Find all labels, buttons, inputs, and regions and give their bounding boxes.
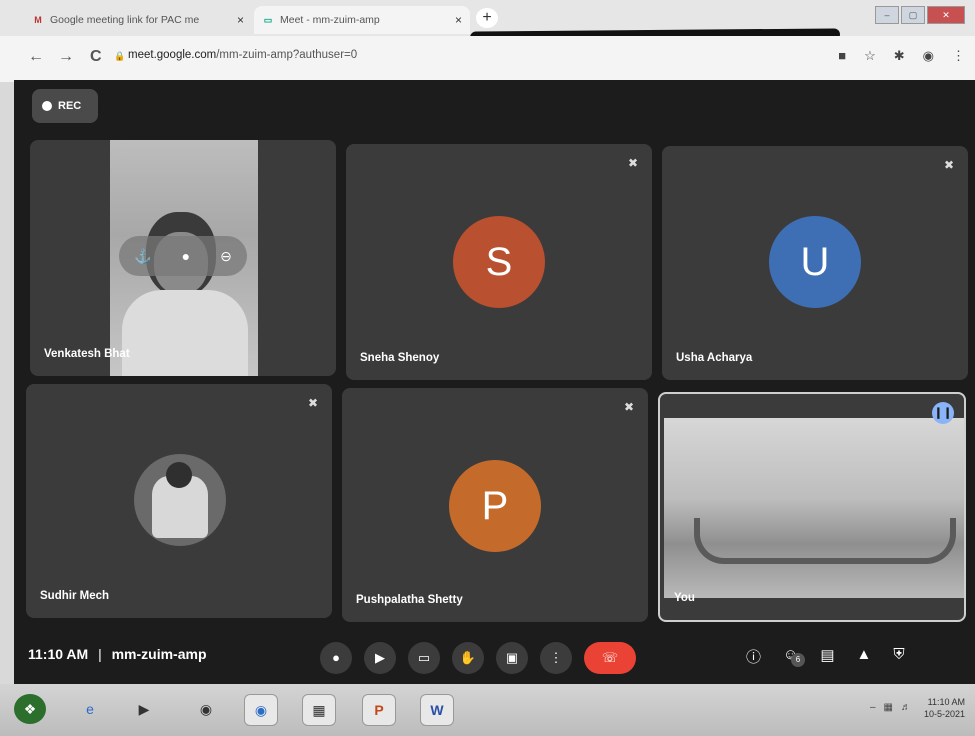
url-field[interactable]: meet.google.com/mm-zuim-amp?authuser=0: [128, 49, 357, 61]
media-player-icon[interactable]: ▶: [128, 694, 160, 724]
video-shirt: [122, 290, 248, 376]
url-host: meet.google.com: [128, 49, 217, 61]
window-controls: – ▢ ✕: [875, 6, 965, 24]
avatar: P: [449, 460, 541, 552]
maximize-button[interactable]: ▢: [901, 6, 925, 24]
self-video: [664, 418, 964, 598]
volume-icon[interactable]: ♬: [901, 702, 911, 713]
tray-date: 10-5-2021: [923, 709, 965, 719]
people-count-badge: 6: [791, 653, 806, 667]
forward-icon[interactable]: →: [58, 48, 74, 66]
camera-button[interactable]: ▶: [364, 642, 396, 674]
network-icon[interactable]: ▦: [884, 702, 893, 713]
participant-name: Sneha Shenoy: [360, 352, 440, 364]
separator: |: [98, 646, 102, 662]
close-tab-icon[interactable]: ×: [455, 13, 462, 27]
participant-tile[interactable]: ✖ U Usha Acharya: [662, 146, 968, 380]
raise-hand-button[interactable]: ✋: [452, 642, 484, 674]
meet-window: REC ⚓ ● ⊖ Venkatesh Bhat ✖ S Sneha Sheno…: [14, 80, 975, 684]
speaking-indicator-icon: ❙❙: [932, 402, 954, 424]
close-window-button[interactable]: ✕: [927, 6, 965, 24]
system-tray: – ▦ ♬: [870, 702, 911, 713]
internet-explorer-icon[interactable]: e: [74, 694, 106, 724]
participant-name: Sudhir Mech: [40, 590, 110, 602]
side-controls: ⓘ ☺ 6 ▤ ▲ ⛨: [746, 646, 905, 677]
meeting-details: 11:10 AM | mm-zuim-amp: [28, 646, 207, 662]
tray-clock[interactable]: 11:10 AM 10-5-2021: [924, 696, 965, 720]
toolbar-icons: ■ ☆ ✱ ◉ ⋮: [838, 48, 965, 64]
call-controls: ● ▶ ▭ ✋ ▣ ⋮ ☏: [320, 642, 636, 674]
menu-icon[interactable]: ⋮: [952, 48, 965, 64]
avatar: [134, 454, 226, 546]
reload-icon[interactable]: C: [90, 48, 102, 66]
self-video-tile[interactable]: ❙❙ You: [658, 392, 966, 622]
meet-icon: ▭: [263, 15, 273, 25]
mic-off-icon: ✖: [943, 158, 954, 172]
video-table: [694, 518, 956, 564]
end-call-button[interactable]: ☏: [584, 642, 636, 674]
tab-label: Meet - mm-zuim-amp: [280, 14, 380, 26]
meeting-code: mm-zuim-amp: [111, 646, 207, 662]
remove-icon[interactable]: ⊖: [220, 248, 232, 265]
meeting-info-icon[interactable]: ⓘ: [746, 646, 761, 677]
avatar: U: [769, 216, 861, 308]
chrome-icon[interactable]: ◉: [244, 694, 278, 726]
minimize-button[interactable]: –: [875, 6, 899, 24]
tray-arrow-icon[interactable]: –: [870, 702, 876, 713]
participant-tile[interactable]: ✖ S Sneha Shenoy: [346, 144, 652, 380]
participant-tile[interactable]: ✖ Sudhir Mech: [26, 384, 332, 618]
star-icon[interactable]: ☆: [864, 48, 876, 64]
participant-name: Pushpalatha Shetty: [356, 594, 463, 606]
file-explorer-icon[interactable]: ▦: [302, 694, 336, 726]
powerpoint-icon[interactable]: P: [362, 694, 396, 726]
start-button[interactable]: ❖: [14, 694, 46, 724]
participant-name: Venkatesh Bhat: [44, 348, 130, 360]
tab-gmail[interactable]: M Google meeting link for PAC me ×: [24, 6, 252, 34]
microphone-icon[interactable]: ●: [182, 248, 190, 264]
activities-icon[interactable]: ▲: [857, 646, 872, 677]
participant-tile[interactable]: ⚓ ● ⊖ Venkatesh Bhat: [30, 140, 336, 376]
extensions-icon[interactable]: ✱: [894, 48, 905, 64]
tray-time: 11:10 AM: [927, 697, 965, 707]
close-tab-icon[interactable]: ×: [237, 13, 244, 27]
present-button[interactable]: ▣: [496, 642, 528, 674]
tab-meet[interactable]: ▭ Meet - mm-zuim-amp ×: [254, 6, 470, 34]
app-icon[interactable]: ◉: [190, 694, 222, 724]
chat-icon[interactable]: ▤: [820, 646, 834, 677]
rec-label: REC: [58, 100, 82, 112]
lock-icon: 🔒: [114, 51, 126, 61]
browser-tab-bar: M Google meeting link for PAC me × ▭ Mee…: [0, 0, 975, 44]
captions-button[interactable]: ▭: [408, 642, 440, 674]
microphone-button[interactable]: ●: [320, 642, 352, 674]
recording-indicator: REC: [32, 89, 98, 123]
new-tab-button[interactable]: +: [476, 8, 498, 28]
word-icon[interactable]: W: [420, 694, 454, 726]
meeting-time: 11:10 AM: [28, 646, 89, 662]
url-path: /mm-zuim-amp?authuser=0: [216, 49, 358, 61]
mic-off-icon: ✖: [623, 400, 634, 414]
avatar-photo-head: [166, 462, 192, 488]
tile-hover-controls: ⚓ ● ⊖: [119, 236, 247, 276]
avatar: S: [453, 216, 545, 308]
mic-off-icon: ✖: [307, 396, 318, 410]
meet-bottom-bar: 11:10 AM | mm-zuim-amp ● ▶ ▭ ✋ ▣ ⋮ ☏ ⓘ ☺…: [14, 632, 975, 684]
tab-label: Google meeting link for PAC me: [50, 14, 200, 26]
address-bar: ← → C 🔒 meet.google.com/mm-zuim-amp?auth…: [0, 36, 975, 82]
record-dot-icon: [42, 101, 52, 111]
camera-icon[interactable]: ■: [838, 48, 846, 64]
participant-name: Usha Acharya: [676, 352, 753, 364]
gmail-icon: M: [34, 15, 42, 25]
mic-off-icon: ✖: [627, 156, 638, 170]
participant-tile[interactable]: ✖ P Pushpalatha Shetty: [342, 388, 648, 622]
more-options-button[interactable]: ⋮: [540, 642, 572, 674]
pin-icon[interactable]: ⚓: [134, 248, 151, 265]
profile-icon[interactable]: ◉: [923, 48, 934, 64]
back-icon[interactable]: ←: [28, 48, 44, 66]
os-taskbar: ❖ e ▶ ◉ ◉ ▦ P W – ▦ ♬ 11:10 AM 10-5-2021: [0, 684, 975, 736]
people-icon[interactable]: ☺ 6: [783, 646, 806, 677]
participant-name: You: [674, 592, 695, 604]
host-controls-icon[interactable]: ⛨: [893, 646, 904, 677]
